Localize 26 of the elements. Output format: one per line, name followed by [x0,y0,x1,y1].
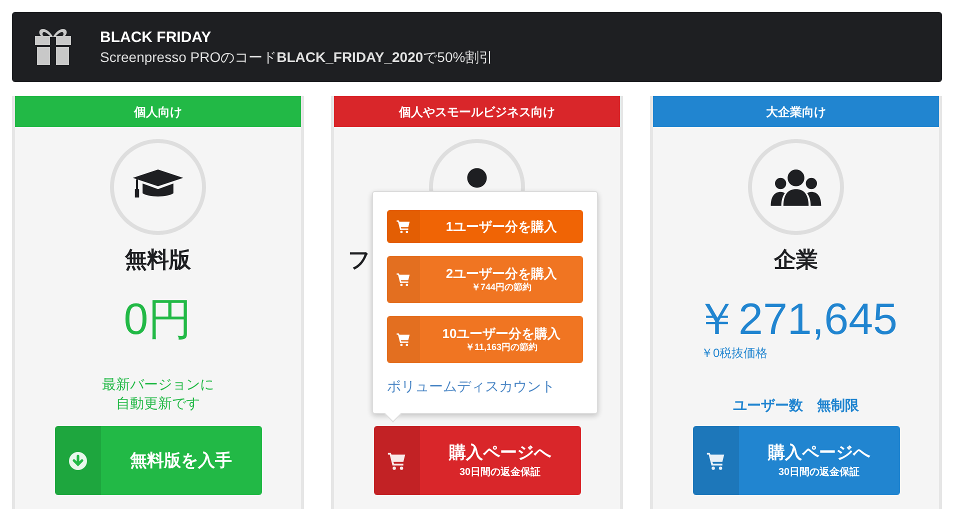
download-button[interactable]: 無料版を入手 [54,426,262,495]
banner-title: BLACK FRIDAY [100,28,212,48]
cart-icon [396,272,411,287]
cart-icon [706,450,726,470]
plan-title: 無料版 [125,246,191,274]
volume-discount-link[interactable]: ボリュームディスカウント [387,376,555,397]
purchase-button[interactable]: 購入ページへ 30日間の返金保証 [374,426,580,495]
user-count: ユーザー数 無制限 [733,396,859,415]
cart-icon [396,219,411,234]
purchase-option[interactable]: 2ユーザー分を購入 ￥744円の節約 [387,256,583,303]
price: 0円 [124,295,192,345]
cart-icon [386,450,406,470]
price-note: ￥0税抜価格 [701,345,768,361]
download-icon [68,450,88,470]
price: ￥271,645 [694,295,898,345]
purchase-button[interactable]: 購入ページへ 30日間の返金保証 [692,426,900,495]
plan-note: 最新バージョンに 自動更新です [102,374,214,412]
purchase-option[interactable]: 10ユーザー分を購入 ￥11,163円の節約 [387,316,583,363]
plan-title: 企業 [774,246,818,274]
plan-header: 大企業向け [653,96,939,127]
purchase-option[interactable]: 1ユーザー分を購入 [387,210,583,243]
plan-header: 個人やスモールビジネス向け [334,96,620,127]
banner-text: Screenpresso PROのコードBLACK_FRIDAY_2020で50%割引 [100,48,494,66]
plan-header: 個人向け [15,96,301,127]
cart-icon [396,332,411,347]
plan-title: フ [348,246,371,274]
